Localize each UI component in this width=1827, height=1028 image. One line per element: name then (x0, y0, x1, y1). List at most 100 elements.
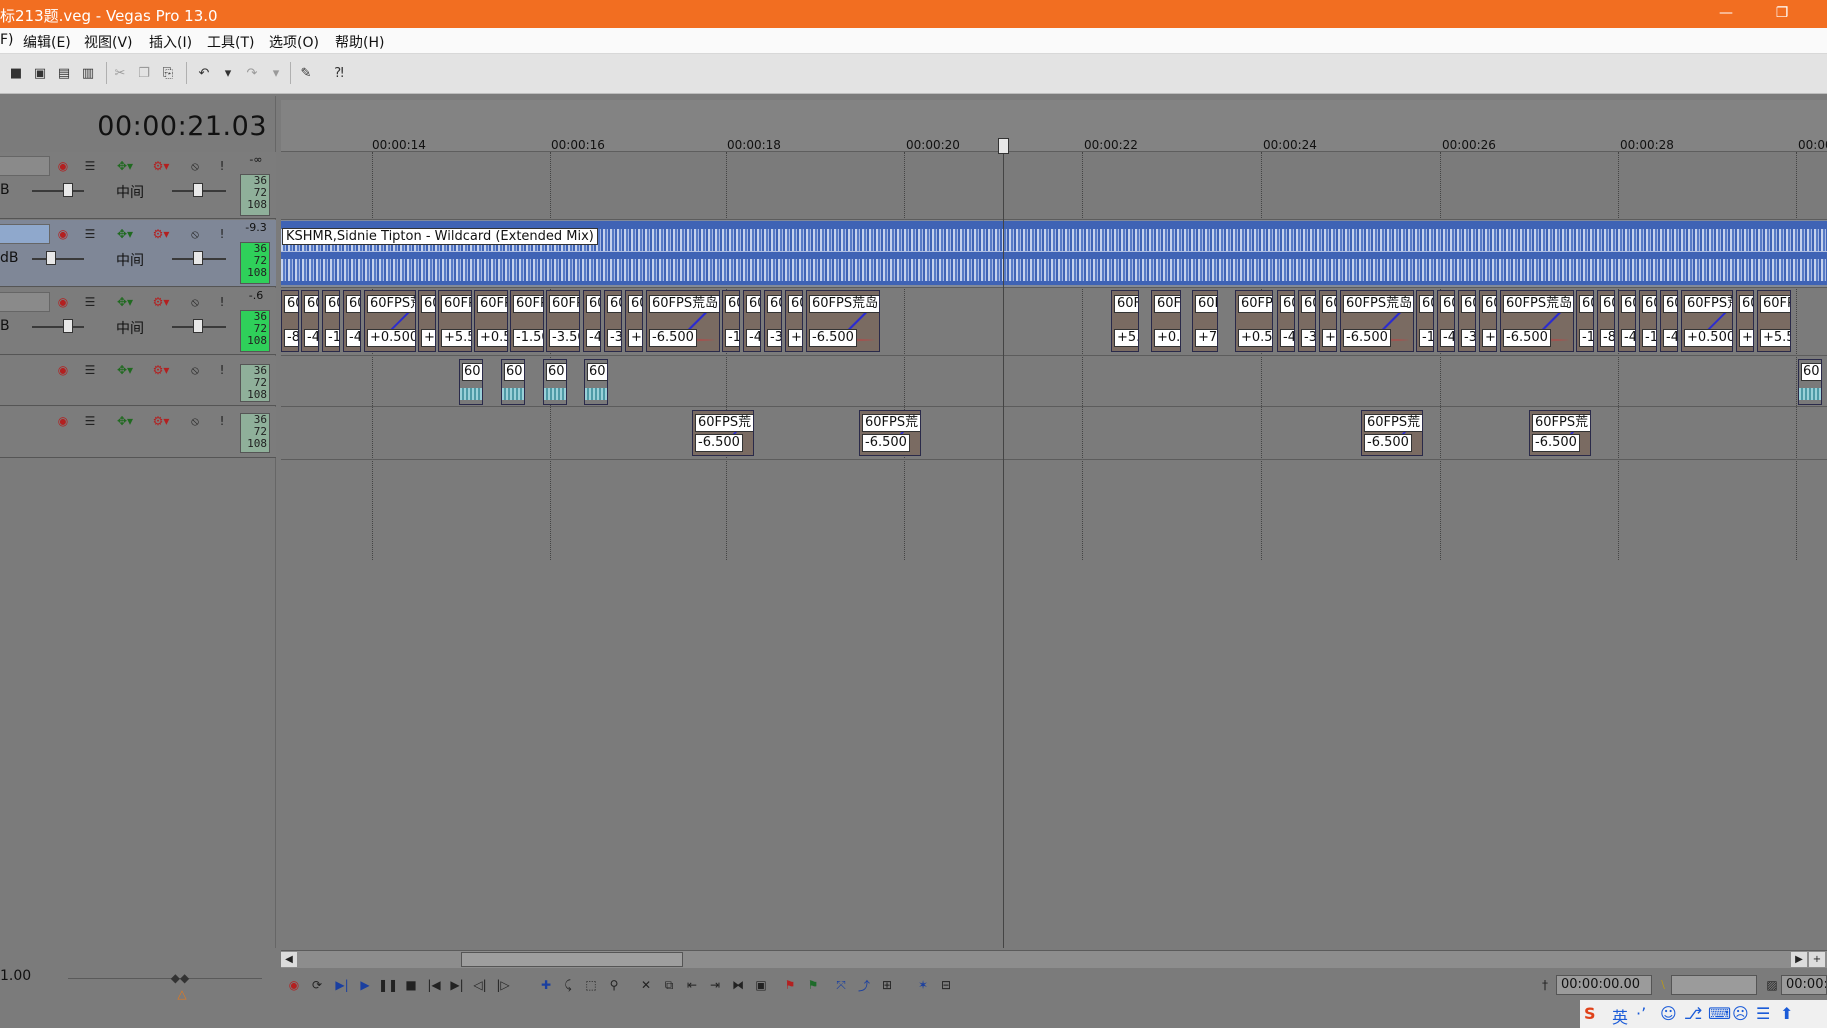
track-lane-5[interactable]: 60FPS荒 -6.500 60FPS荒 -6.500 60FPS荒 -6.500 60FP… (281, 407, 1827, 460)
menu-options[interactable]: 选项(O) (269, 32, 319, 52)
track-header-5[interactable]: ◉ ☰ ✥▾ ⚙▾ ⦸ ! 36 72 108 (0, 407, 276, 458)
trim-end-icon[interactable]: ⇥ (706, 976, 724, 994)
volume-slider[interactable] (32, 258, 84, 260)
track-lane-4[interactable]: 60 60 60 60 60 (281, 356, 1827, 407)
end-time-field[interactable]: 00:00: (1781, 975, 1827, 995)
normal-edit-tool-icon[interactable]: ✚ (537, 976, 555, 994)
voice-input-icon[interactable]: ⎇ (1684, 1004, 1702, 1023)
track-name-field[interactable] (0, 224, 50, 244)
video-event[interactable]: 60FP -3.50 (546, 290, 580, 352)
video-event[interactable]: 60 -1 (322, 290, 340, 352)
crossfade-icon[interactable]: ✶ (914, 976, 932, 994)
track-header-2[interactable]: ◉ ☰ ✥▾ ⚙▾ ⦸ ! -9.3 36 72 108 dB 中间 (0, 220, 276, 287)
track-fx-icon[interactable]: ✥▾ (112, 226, 138, 242)
play-from-start-icon[interactable]: ▶| (331, 976, 353, 994)
track-header-4[interactable]: ◉ ☰ ✥▾ ⚙▾ ⦸ ! 36 72 108 (0, 356, 276, 406)
pan-slider-thumb[interactable] (193, 183, 203, 197)
time-ruler[interactable]: 00:00:14 00:00:16 00:00:18 00:00:20 00:0… (281, 100, 1827, 152)
video-event[interactable]: 60 +0 (418, 290, 436, 352)
grouping-icon[interactable]: ⊞ (878, 976, 896, 994)
track-lane-2[interactable]: KSHMR,Sidnie Tipton - Wildcard (Extended… (281, 220, 1827, 288)
record-icon[interactable]: ◉ (285, 976, 303, 994)
trim-start-icon[interactable]: ⇤ (683, 976, 701, 994)
video-event[interactable]: 60FP +0.5 (474, 290, 508, 352)
track-header-1[interactable]: ◉ ☰ ✥▾ ⚙▾ ⦸ ! -∞ 36 72 108 B 中间 (0, 152, 276, 219)
toolbox-icon[interactable]: ☰ (1756, 1004, 1770, 1023)
play-icon[interactable]: ▶ (356, 976, 374, 994)
video-event[interactable]: 60F +5. (1111, 290, 1139, 352)
audio-event[interactable]: 60 (501, 359, 525, 405)
menu-insert[interactable]: 插入(I) (149, 32, 192, 52)
volume-slider[interactable] (32, 326, 84, 328)
track-fx-icon[interactable]: ✥▾ (112, 413, 138, 429)
track-name-field[interactable] (0, 292, 50, 312)
save-as-icon[interactable]: ▣ (30, 63, 50, 83)
video-event[interactable]: 60 +( (1319, 290, 1337, 352)
playback-rate-slider[interactable] (68, 978, 262, 979)
video-event[interactable]: 60FPS荒 +0.500 (1681, 290, 1733, 352)
track-fx-icon[interactable]: ✥▾ (112, 294, 138, 310)
mute-icon[interactable]: ⦸ (187, 226, 203, 242)
playhead-cursor[interactable] (1003, 140, 1004, 948)
cut-icon[interactable]: ✂ (110, 63, 130, 83)
video-event[interactable]: 60 -3 (1458, 290, 1476, 352)
video-event[interactable]: 60 +( (1736, 290, 1754, 352)
gear-icon[interactable]: ⚙▾ (148, 362, 174, 378)
solo-icon[interactable]: ! (214, 294, 230, 310)
video-event[interactable]: 60FP +5.5 (438, 290, 472, 352)
video-event[interactable]: 60F +7 (1192, 290, 1218, 352)
lock-icon[interactable]: ▣ (752, 976, 770, 994)
paste-icon[interactable]: ⎘ (158, 63, 178, 83)
video-event[interactable]: 60 +( (625, 290, 643, 352)
solo-icon[interactable]: ! (214, 413, 230, 429)
video-event[interactable]: 60 -3 (764, 290, 782, 352)
go-to-end-icon[interactable]: ▶| (448, 976, 466, 994)
keyboard-icon[interactable]: ⌨ (1708, 1004, 1731, 1023)
split-icon[interactable]: ⧓ (729, 976, 747, 994)
audio-event[interactable]: 60 (543, 359, 567, 405)
video-event[interactable]: 60 -4 (583, 290, 601, 352)
pause-icon[interactable]: ❚❚ (378, 976, 398, 994)
video-event[interactable]: 60 -4 (1618, 290, 1636, 352)
solo-icon[interactable]: ! (214, 362, 230, 378)
restore-icon[interactable]: ❐ (1764, 2, 1800, 26)
grid-icon[interactable]: ⊟ (937, 976, 955, 994)
zoom-in-icon[interactable]: + (1809, 952, 1825, 967)
trim-icon[interactable]: ⧉ (660, 976, 678, 994)
menu-help[interactable]: 帮助(H) (335, 32, 384, 52)
loop-icon[interactable]: ⟳ (308, 976, 326, 994)
video-event[interactable]: 60FPS荒 -6.500 (1529, 410, 1591, 456)
minimize-icon[interactable]: — (1708, 2, 1744, 26)
mixer-icon[interactable]: ☰ (82, 413, 98, 429)
delete-icon[interactable]: ✕ (637, 976, 655, 994)
scroll-left-icon[interactable]: ◀ (281, 952, 297, 967)
envelope-tool-icon[interactable]: ⤹ (559, 976, 577, 994)
playhead-handle[interactable] (998, 138, 1009, 154)
video-event[interactable]: 60FP -1.50 (510, 290, 544, 352)
video-event[interactable]: 60 -8 (1597, 290, 1615, 352)
snap-icon[interactable]: ⤧ (832, 976, 850, 994)
audio-event[interactable]: 60 (584, 359, 608, 405)
volume-slider-thumb[interactable] (63, 319, 73, 333)
previous-frame-icon[interactable]: ◁| (471, 976, 489, 994)
video-event[interactable]: 60FPS荒 -6.500 (859, 410, 921, 456)
video-event[interactable]: 60 -4 (1277, 290, 1295, 352)
mute-icon[interactable]: ⦸ (187, 158, 203, 174)
track-fx-icon[interactable]: ✥▾ (112, 362, 138, 378)
volume-slider-thumb[interactable] (63, 183, 73, 197)
region-icon[interactable]: ⚑ (804, 976, 822, 994)
audio-event[interactable]: KSHMR,Sidnie Tipton - Wildcard (Extended… (281, 221, 1827, 285)
gear-icon[interactable]: ⚙▾ (148, 294, 174, 310)
video-event[interactable]: 60FP +0.50 (1235, 290, 1273, 352)
gear-icon[interactable]: ⚙▾ (148, 158, 174, 174)
video-event[interactable]: 60FP +5.5 (1757, 290, 1791, 352)
mixer-icon[interactable]: ☰ (82, 226, 98, 242)
solo-icon[interactable]: ! (214, 158, 230, 174)
go-to-start-icon[interactable]: |◀ (425, 976, 443, 994)
record-arm-icon[interactable]: ◉ (55, 226, 71, 242)
video-event[interactable]: 60FPS荒岛 -6.500 (646, 290, 720, 352)
video-event[interactable]: 60FPS荒 -6.500 (1361, 410, 1423, 456)
undo-icon[interactable]: ↶ (194, 63, 214, 83)
timeline-area[interactable]: 00:00:14 00:00:16 00:00:18 00:00:20 00:0… (281, 100, 1827, 948)
menu-view[interactable]: 视图(V) (84, 32, 133, 52)
